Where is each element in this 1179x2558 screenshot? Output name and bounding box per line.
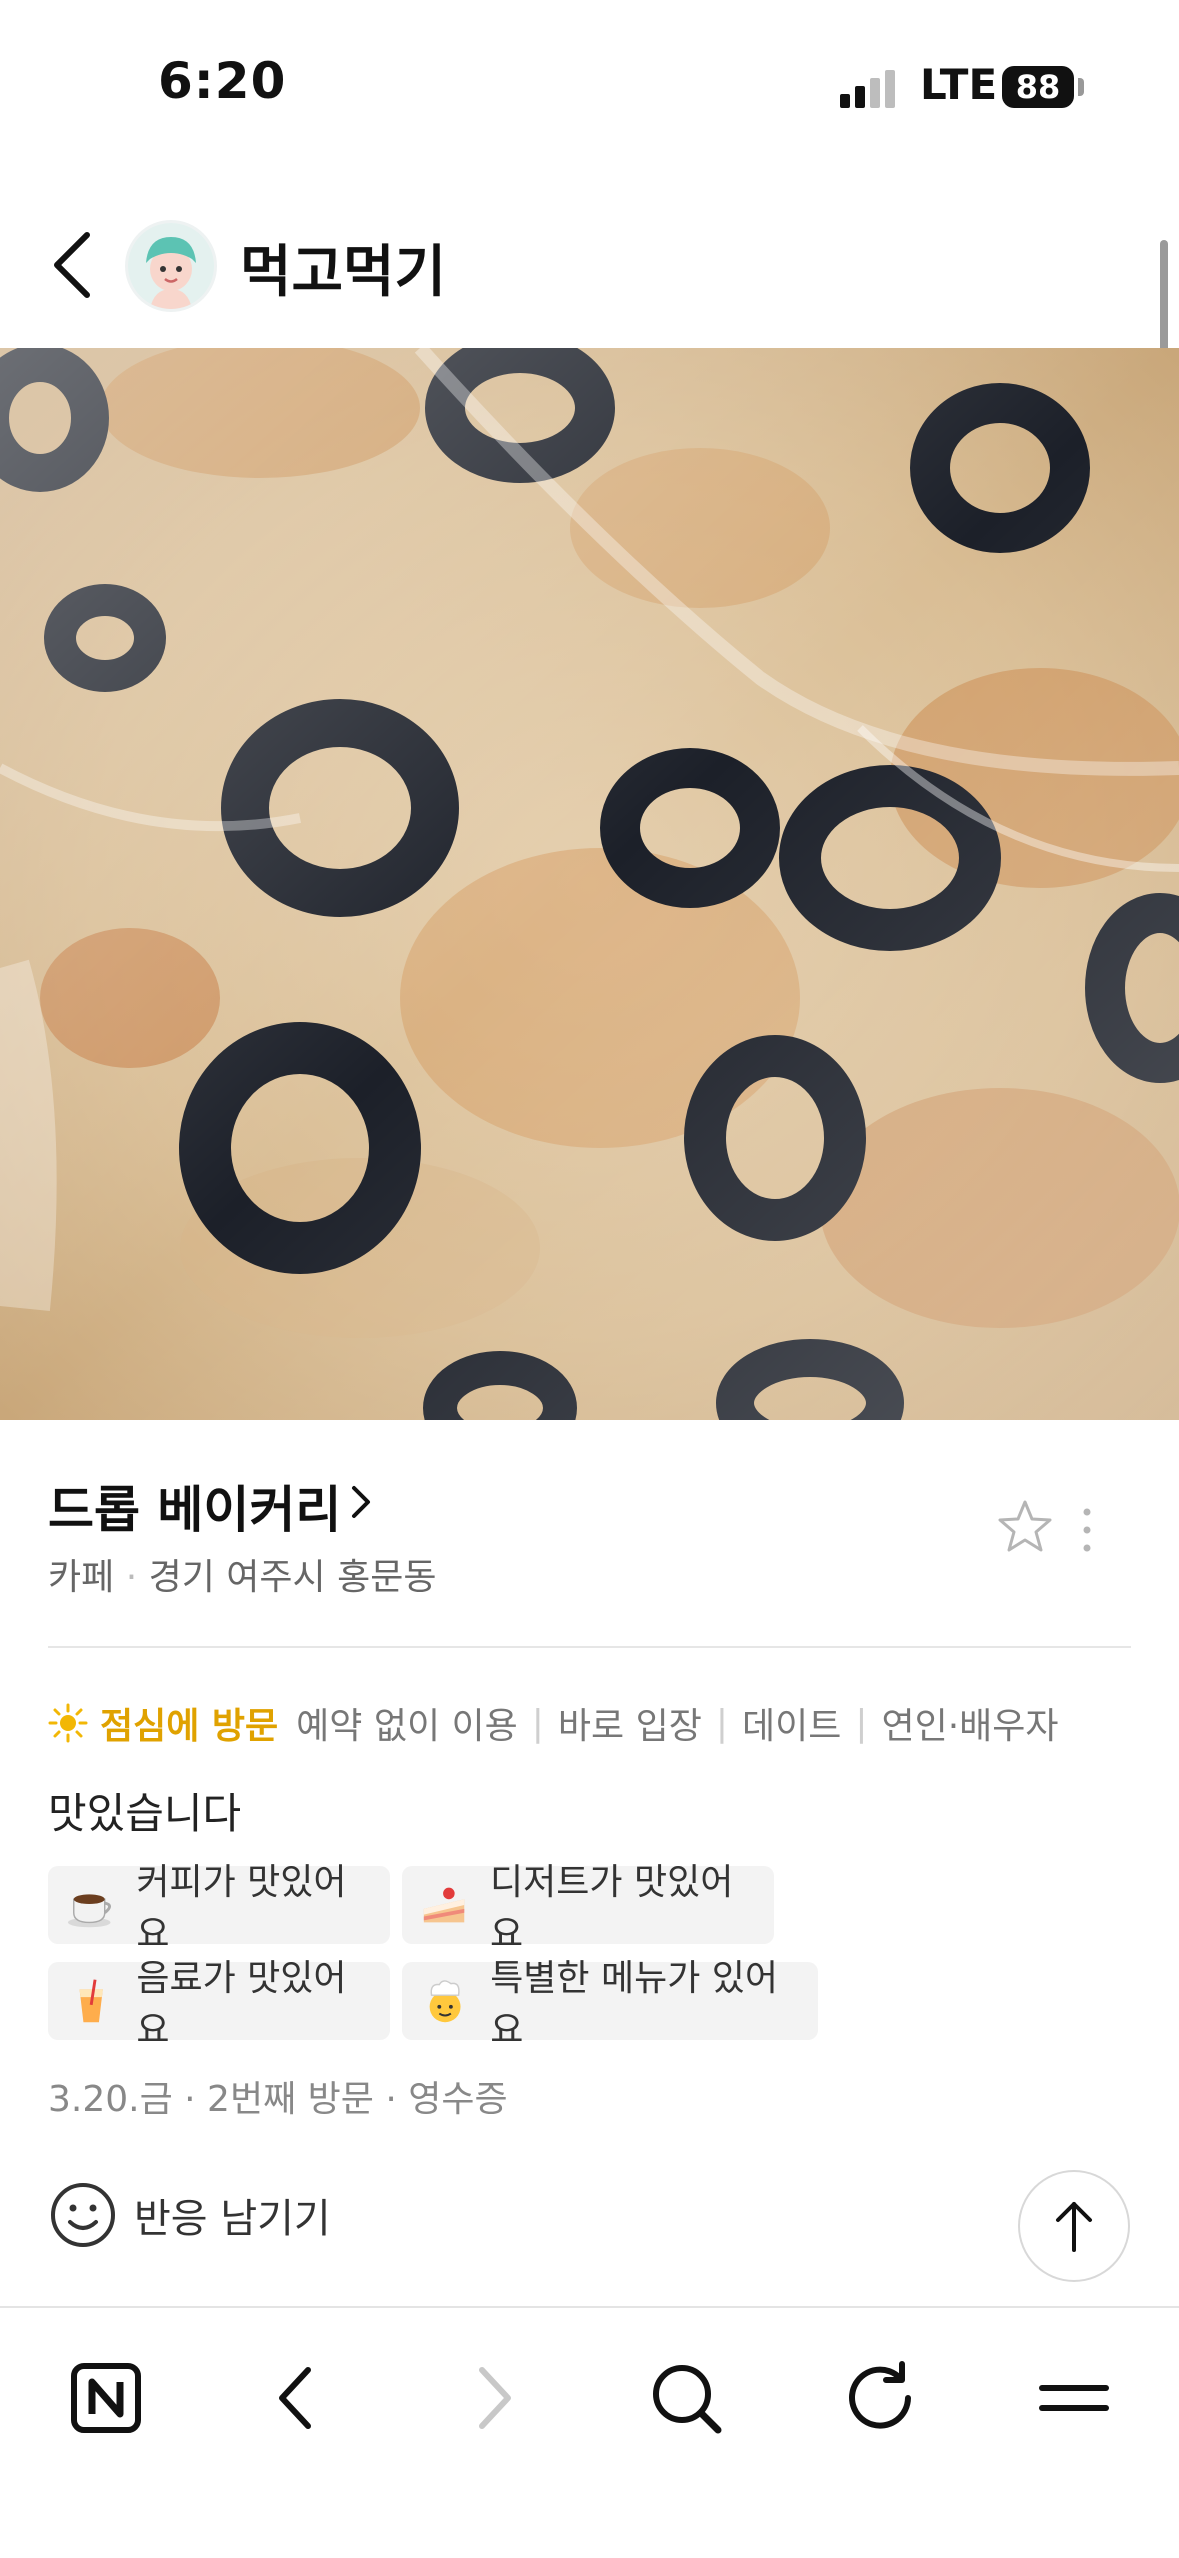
- keyword-label: 특별한 메뉴가 있어요: [490, 1958, 779, 2051]
- review-photo[interactable]: [0, 348, 1179, 1420]
- keyword-chip: 특별한 메뉴가 있어요: [402, 1958, 818, 2051]
- sun-icon: [48, 1703, 88, 1743]
- visit-time-tag: 점심에 방문: [100, 1706, 279, 1747]
- status-bar: 6:20 LTE 88: [0, 0, 1179, 175]
- place-meta: 카페 · 경기 여주시 홍문동: [48, 1557, 437, 1598]
- menu-icon[interactable]: [1024, 2348, 1124, 2448]
- reload-icon[interactable]: [830, 2348, 930, 2448]
- visit-tag: 연인·배우자: [881, 1706, 1059, 1747]
- divider: [48, 1646, 1131, 1648]
- keyword-label: 디저트가 맛있어요: [490, 1862, 734, 1955]
- arrow-up-icon: [1056, 2202, 1092, 2252]
- visit-tag: 데이트: [741, 1706, 842, 1747]
- status-time: 6:20: [158, 52, 287, 110]
- chevron-right-icon[interactable]: [350, 1484, 372, 1520]
- back-nav-icon[interactable]: [248, 2348, 348, 2448]
- network-label: LTE: [920, 60, 998, 109]
- reaction-button[interactable]: 반응 남기기: [48, 2180, 331, 2250]
- drink-icon: [79, 1979, 103, 2023]
- signal-icon: [840, 70, 895, 108]
- place-category: 카페: [48, 1557, 115, 1598]
- keyword-chip: 음료가 맛있어요: [48, 1958, 390, 2051]
- review-text: 맛있습니다: [48, 1789, 242, 1838]
- browser-toolbar: [0, 2306, 1179, 2558]
- visit-tag: 예약 없이 이용: [296, 1706, 518, 1747]
- star-icon[interactable]: [995, 1497, 1055, 1557]
- search-icon[interactable]: [636, 2348, 736, 2448]
- battery-icon: 88: [1002, 66, 1074, 108]
- header: 먹고먹기: [0, 195, 1179, 345]
- chef-icon: [429, 1980, 461, 2023]
- scroll-top-button[interactable]: [1020, 2172, 1128, 2280]
- visit-tag: 바로 입장: [557, 1706, 702, 1747]
- battery-tip: [1078, 78, 1084, 96]
- avatar[interactable]: [128, 223, 214, 309]
- visit-info: 3.20.금 · 2번째 방문 · 영수증: [48, 2079, 508, 2120]
- keyword-chip: 디저트가 맛있어요: [402, 1862, 774, 1955]
- reaction-label: 반응 남기기: [134, 2196, 331, 2242]
- more-icon[interactable]: [1080, 1505, 1094, 1555]
- smile-icon: [51, 2183, 115, 2247]
- place-name[interactable]: 드롭 베이커리: [48, 1470, 341, 1542]
- coffee-icon: [67, 1894, 111, 1928]
- back-icon[interactable]: [45, 225, 105, 305]
- keyword-label: 커피가 맛있어요: [136, 1862, 347, 1955]
- cake-icon: [423, 1887, 465, 1923]
- naver-home-icon[interactable]: [56, 2348, 156, 2448]
- forward-nav-icon[interactable]: [442, 2348, 542, 2448]
- visit-tags: 점심에 방문 예약 없이 이용 | 바로 입장 | 데이트 | 연인·배우자: [48, 1698, 1059, 1748]
- keyword-label: 음료가 맛있어요: [136, 1958, 347, 2051]
- place-location: 경기 여주시 홍문동: [148, 1557, 437, 1598]
- keyword-chip: 커피가 맛있어요: [48, 1862, 390, 1955]
- page-title[interactable]: 먹고먹기: [240, 227, 446, 308]
